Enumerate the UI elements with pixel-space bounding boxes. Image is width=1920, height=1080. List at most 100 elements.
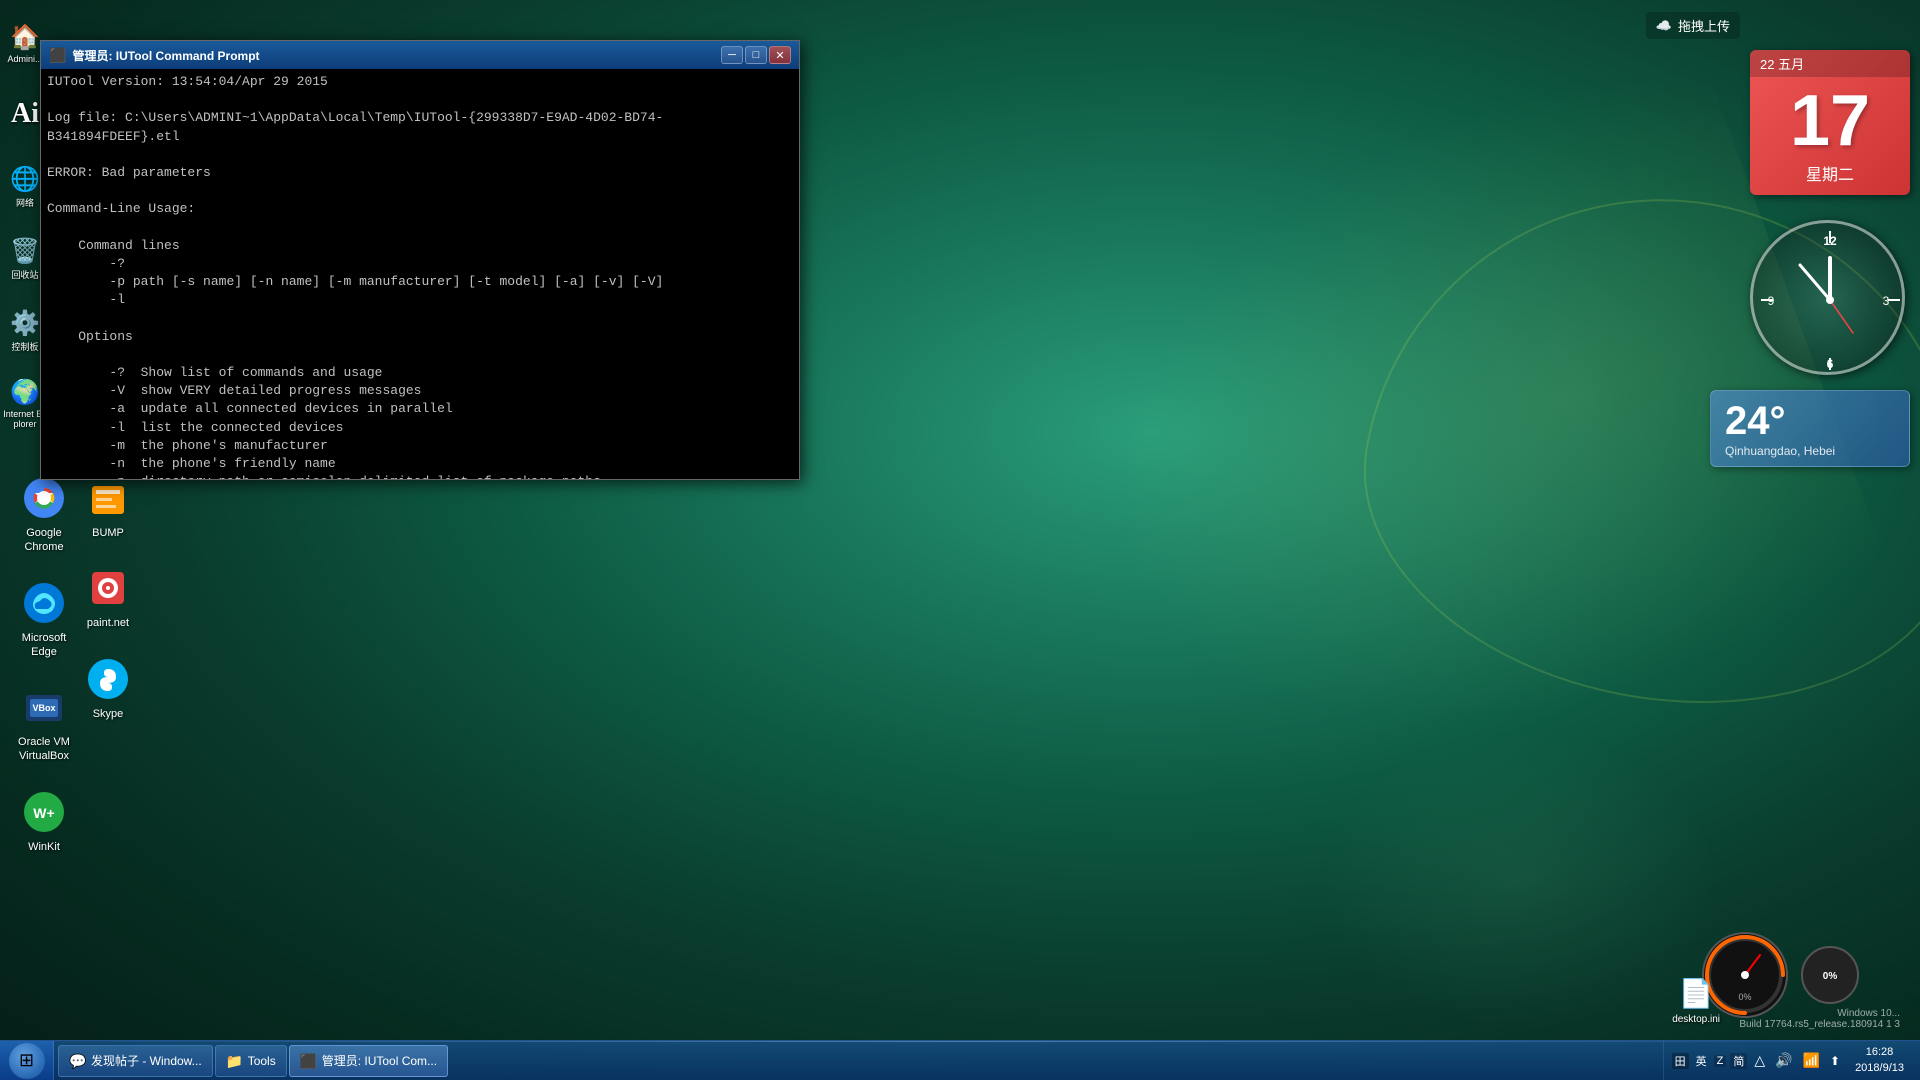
weather-location: Qinhuangdao, Hebei: [1725, 444, 1895, 458]
volume-icon[interactable]: 🔊: [1772, 1052, 1795, 1069]
taskbar-cmd-icon: ⬛: [300, 1053, 316, 1069]
gauge-2: 0%: [1800, 945, 1860, 1005]
calendar-container: 22 五月 17 星期二: [1750, 50, 1910, 195]
cmd-window: ⬛ 管理员: IUTool Command Prompt ─ □ ✕ IUToo…: [40, 40, 800, 480]
gauge-area: 0% 0%: [1700, 930, 1860, 1020]
winkit-icon: W+: [20, 788, 68, 836]
cmd-line-blank3: [47, 182, 793, 200]
chinese-mode[interactable]: 简: [1730, 1053, 1747, 1069]
cmd-line-usage: Command-Line Usage:: [47, 200, 793, 218]
cmd-line-error: ERROR: Bad parameters: [47, 164, 793, 182]
taskbar-items: 💬 发现帖子 - Window... 📁 Tools ⬛ 管理员: IUTool…: [54, 1041, 1663, 1080]
svg-text:0%: 0%: [1823, 971, 1838, 982]
network-tray-icon[interactable]: 📶: [1800, 1052, 1823, 1069]
control-label: 控制板: [11, 340, 38, 353]
build-label: Build 17764.rs5_release.180914 1 3: [1739, 1019, 1900, 1030]
admin-label: Admini...: [7, 54, 42, 64]
winkit-label: WinKit: [28, 840, 60, 854]
cmd-line-blank6: [47, 346, 793, 364]
cmd-line-cmdlines: Command lines: [47, 237, 793, 255]
taskbar-find-label: 发现帖子 - Window...: [91, 1052, 202, 1069]
window-titlebar[interactable]: ⬛ 管理员: IUTool Command Prompt ─ □ ✕: [41, 41, 799, 69]
maximize-button[interactable]: □: [745, 46, 767, 64]
cloud-icon: ☁️: [1656, 18, 1672, 34]
weather-temp: 24°: [1725, 399, 1895, 444]
clock-widget: 12 3 6 9: [1750, 220, 1905, 375]
admin-icon: 🏠: [10, 23, 40, 52]
desktop: 🏠 Admini... Ai 🌐 网络 🗑️ 回收站 ⚙️ 控制板 🌍 Inte…: [0, 0, 1920, 1080]
cmd-line-p: -p path [-s name] [-n name] [-m manufact…: [47, 273, 793, 291]
calendar-month-year: 22 五月: [1760, 54, 1804, 73]
taskbar-item-cmd[interactable]: ⬛ 管理员: IUTool Com...: [289, 1045, 448, 1077]
clock-face: 12 3 6 9: [1750, 220, 1905, 375]
cmd-line-opt-p: -p directory,path or semicolon-delimited…: [47, 473, 793, 479]
cmd-line-options: Options: [47, 328, 793, 346]
cmd-line-opt-n: -n the phone's friendly name: [47, 455, 793, 473]
network-icon: 🌐: [10, 165, 40, 194]
cloud-label: 拖拽上传: [1678, 16, 1730, 35]
cloud-widget[interactable]: ☁️ 拖拽上传: [1646, 12, 1740, 39]
desktop-icon-paintnet[interactable]: paint.net: [68, 560, 148, 634]
cmd-line-opt-V: -V show VERY detailed progress messages: [47, 382, 793, 400]
chrome-icon: [20, 474, 68, 522]
taskbar-item-find[interactable]: 💬 发现帖子 - Window...: [58, 1045, 213, 1077]
paintnet-label: paint.net: [87, 616, 129, 630]
desktop-icon-skype[interactable]: Skype: [68, 651, 148, 725]
cmd-line-opt-m: -m the phone's manufacturer: [47, 437, 793, 455]
calendar-header: 22 五月: [1750, 50, 1910, 77]
desktop-icons-col2: BUMP paint.net Skype: [68, 470, 148, 725]
taskbar-item-tools[interactable]: 📁 Tools: [215, 1045, 287, 1077]
skype-label: Skype: [93, 707, 124, 721]
desktop-ini-icon[interactable]: 📄 desktop.ini: [1672, 977, 1720, 1025]
cmd-line-log: Log file: C:\Users\ADMINI~1\AppData\Loca…: [47, 109, 793, 145]
cmd-line-blank4: [47, 219, 793, 237]
svg-text:VBox: VBox: [32, 703, 55, 713]
cmd-content[interactable]: IUTool Version: 13:54:04/Apr 29 2015 Log…: [41, 69, 799, 479]
virtualbox-label: Oracle VM VirtualBox: [8, 735, 80, 764]
cmd-line-0: IUTool Version: 13:54:04/Apr 29 2015: [47, 73, 793, 91]
svg-text:0%: 0%: [1738, 992, 1751, 1002]
svg-text:W+: W+: [33, 805, 54, 821]
windows-label: Windows 10...: [1739, 1008, 1900, 1019]
build-info: Windows 10... Build 17764.rs5_release.18…: [1739, 1008, 1900, 1030]
paintnet-icon: [84, 564, 132, 612]
start-button[interactable]: ⊞: [0, 1041, 54, 1080]
cmd-line-opt-q: -? Show list of commands and usage: [47, 364, 793, 382]
taskbar-tray: 田 英 Z 简 △ 🔊 📶 ⬆ 16:28 2018/9/13: [1663, 1041, 1920, 1080]
tray-clock[interactable]: 16:28 2018/9/13: [1847, 1045, 1912, 1076]
bumptop-icon: [84, 474, 132, 522]
calendar-date: 17: [1750, 77, 1910, 161]
window-controls: ─ □ ✕: [721, 46, 791, 64]
taskbar: ⊞ 💬 发现帖子 - Window... 📁 Tools ⬛ 管理员: IUTo…: [0, 1040, 1920, 1080]
recycle-icon: 🗑️: [10, 237, 40, 266]
calendar-day: 星期二: [1750, 161, 1910, 195]
clock-svg: 12 3 6 9: [1753, 223, 1908, 378]
cmd-line-blank2: [47, 146, 793, 164]
tray-date-display: 2018/9/13: [1855, 1061, 1904, 1076]
cmd-window-title: 管理员: IUTool Command Prompt: [72, 47, 715, 64]
taskbar-tools-icon: 📁: [226, 1053, 242, 1069]
ie-icon: 🌍: [10, 378, 40, 407]
calendar-widget: 22 五月 17 星期二: [1750, 50, 1910, 195]
lang-indicator[interactable]: 英: [1693, 1053, 1710, 1069]
cmd-line-opt-a: -a update all connected devices in paral…: [47, 400, 793, 418]
ai-icon: Ai: [11, 98, 39, 130]
ime-indicator[interactable]: 田: [1672, 1053, 1689, 1069]
notification-icon: △: [1751, 1052, 1768, 1069]
network-label: 网络: [16, 196, 34, 209]
wallpaper-swirl-3: [1320, 730, 1720, 1030]
taskbar-tools-label: Tools: [248, 1054, 276, 1068]
desktop-ini-file-icon: 📄: [1679, 977, 1714, 1010]
skype-icon: [84, 655, 132, 703]
cmd-line-q: -?: [47, 255, 793, 273]
desktop-icon-bumptop[interactable]: BUMP: [68, 470, 148, 544]
desktop-icon-winkit[interactable]: W+ WinKit: [4, 784, 84, 858]
desktop-ini-label: desktop.ini: [1672, 1014, 1720, 1025]
input-mode[interactable]: Z: [1714, 1055, 1727, 1067]
minimize-button[interactable]: ─: [721, 46, 743, 64]
control-icon: ⚙️: [10, 309, 40, 338]
taskbar-cmd-label: 管理员: IUTool Com...: [322, 1052, 437, 1069]
close-button[interactable]: ✕: [769, 46, 791, 64]
gauge-svg-2: 0%: [1800, 945, 1860, 1005]
bumptop-label: BUMP: [92, 526, 124, 540]
